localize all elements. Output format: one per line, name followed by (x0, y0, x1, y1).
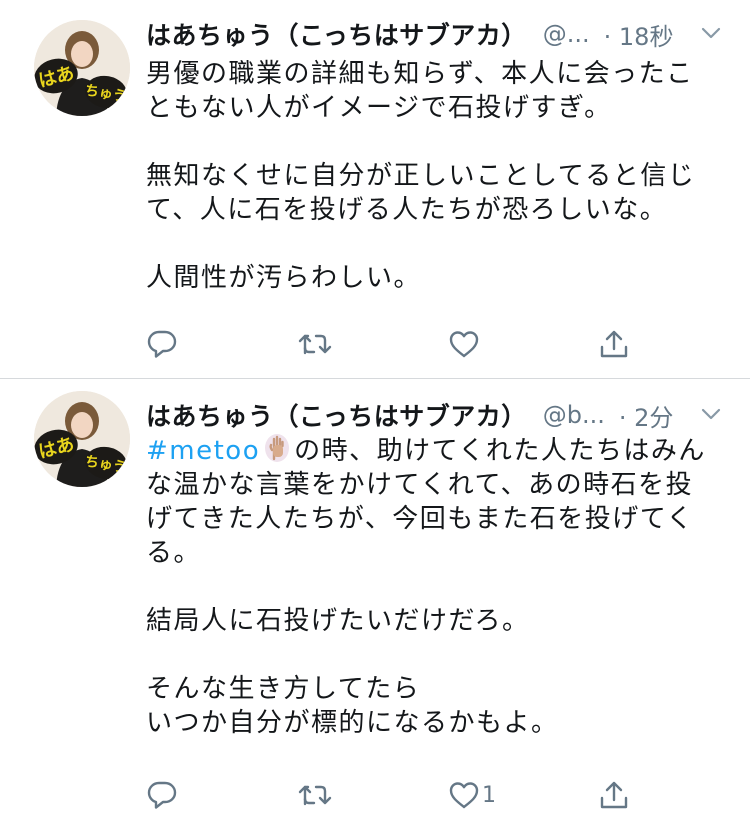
tweet-line: いつか自分が標的になるかもよ。 (146, 708, 559, 738)
raised-hand-icon (265, 434, 290, 462)
retweet-icon (298, 785, 332, 806)
tweet-line: 人間性が汚らわしい。 (146, 263, 422, 293)
tweet-first-line: #metoo の時、助けてくれた人たちはみん (146, 433, 716, 468)
tweet-text: #metoo の時、助けてくれた人たちはみんな温かな言葉をかけてくれて、あの時石を… (146, 433, 716, 740)
heart-icon (449, 782, 479, 809)
tweet-header: はあちゅう（こっちはサブアカ） @... · 18秒 (146, 14, 726, 54)
tweet-line: 男優の職業の詳細も知らず、本人に会ったこ (146, 59, 694, 89)
retweet-button[interactable] (298, 324, 332, 364)
tweet-line: る。 (146, 538, 202, 568)
tweet-line: 無知なくせに自分が正しいことしてると信じ (146, 161, 696, 191)
tweet-header: はあちゅう（こっちはサブアカ） @b... · 2分 (146, 395, 726, 435)
retweet-button[interactable] (298, 775, 332, 815)
like-count: 1 (482, 782, 496, 808)
tweet-line: ともない人がイメージで石投げすぎ。 (146, 93, 612, 123)
share-icon (600, 781, 628, 809)
timestamp[interactable]: · 2分 (619, 398, 674, 433)
heart-icon (449, 331, 479, 358)
handle[interactable]: @b... (543, 401, 605, 429)
avatar-image: はあ ちゅう (34, 20, 130, 116)
display-name[interactable]: はあちゅう（こっちはサブアカ） (146, 397, 527, 433)
chevron-down-icon[interactable] (700, 403, 722, 425)
tweet-line: て、人に石を投げる人たちが恐ろしいな。 (146, 195, 668, 225)
tweet-line: 結局人に石投げたいだけだろ。 (146, 606, 530, 636)
tweet-line: の時、助けてくれた人たちはみん (294, 436, 706, 466)
reply-button[interactable] (146, 775, 178, 815)
tweet-actions (146, 324, 646, 364)
tweet[interactable]: はあ ちゅう はあちゅう（こっちはサブアカ） @b... · 2分 #metoo… (0, 379, 750, 829)
share-button[interactable] (598, 775, 630, 815)
like-button[interactable]: 1 (448, 775, 496, 815)
tweet-text: 男優の職業の詳細も知らず、本人に会ったこ ともない人がイメージで石投げすぎ。 無知… (146, 57, 716, 295)
hashtag-link[interactable]: #metoo (146, 436, 260, 466)
reply-button[interactable] (146, 324, 178, 364)
share-button[interactable] (598, 324, 630, 364)
tweet-line: そんな生き方してたら (146, 674, 421, 704)
avatar-image: はあ ちゅう (34, 391, 130, 487)
display-name[interactable]: はあちゅう（こっちはサブアカ） (146, 16, 527, 52)
avatar[interactable]: はあ ちゅう (34, 20, 130, 116)
reply-icon (147, 330, 177, 358)
tweet-actions: 1 (146, 775, 646, 815)
retweet-icon (298, 334, 332, 355)
timestamp[interactable]: · 18秒 (604, 17, 674, 52)
chevron-down-icon[interactable] (700, 22, 722, 44)
share-icon (600, 330, 628, 358)
tweet-line: な温かな言葉をかけてくれて、あの時石を投 (146, 470, 694, 500)
tweet[interactable]: はあ ちゅう はあちゅう（こっちはサブアカ） @... · 18秒 男優の職業の… (0, 0, 750, 378)
tweet-line: げてきた人たちが、今回もまた石を投げてく (146, 504, 694, 534)
reply-icon (147, 781, 177, 809)
like-button[interactable] (448, 324, 482, 364)
avatar[interactable]: はあ ちゅう (34, 391, 130, 487)
handle[interactable]: @... (543, 20, 590, 48)
